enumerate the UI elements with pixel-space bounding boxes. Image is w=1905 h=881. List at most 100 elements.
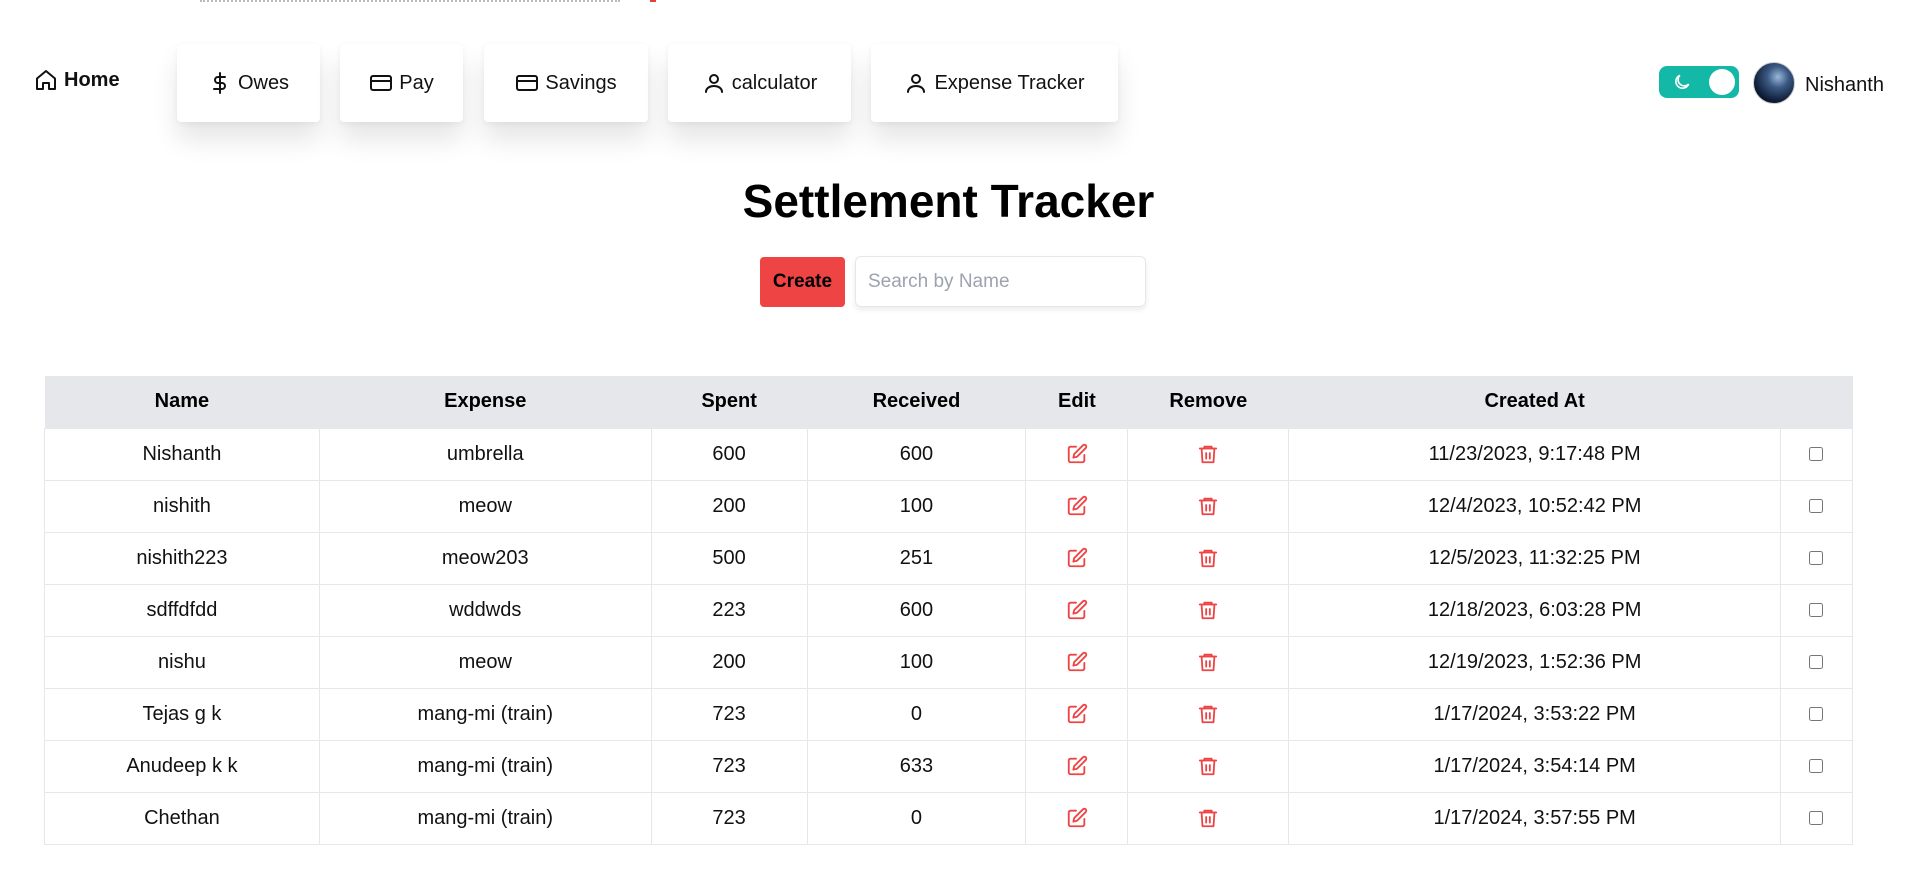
moon-icon — [1675, 74, 1690, 89]
row-select-checkbox[interactable] — [1809, 655, 1824, 670]
cell-expense: meow — [318, 635, 652, 689]
row-select-checkbox[interactable] — [1809, 551, 1824, 566]
cell-name: Anudeep k k — [44, 739, 320, 793]
row-select-checkbox[interactable] — [1809, 811, 1824, 826]
remove-button[interactable] — [1127, 739, 1290, 793]
home-icon — [36, 70, 56, 90]
edit-button[interactable] — [1025, 531, 1129, 585]
settlement-table-container: Name Expense Spent Received Edit Remove … — [44, 376, 1854, 845]
nav-item-pay[interactable]: Pay — [340, 44, 463, 122]
cell-received: 600 — [806, 583, 1027, 637]
edit-button[interactable] — [1025, 427, 1129, 481]
cell-received: 251 — [806, 531, 1027, 585]
nav-item-owes[interactable]: Owes — [177, 44, 320, 122]
row-select-checkbox[interactable] — [1809, 447, 1824, 462]
edit-icon — [1067, 704, 1088, 724]
row-select-checkbox[interactable] — [1809, 707, 1824, 722]
cell-received: 633 — [806, 739, 1027, 793]
edit-icon — [1067, 808, 1088, 828]
cell-expense: mang-mi (train) — [318, 687, 652, 741]
row-select-cell — [1779, 687, 1854, 741]
row-select-checkbox[interactable] — [1809, 499, 1824, 514]
cell-created-at: 1/17/2024, 3:54:14 PM — [1288, 739, 1781, 793]
cell-spent: 200 — [650, 479, 808, 533]
cell-received: 600 — [806, 427, 1027, 481]
cell-name: Chethan — [44, 791, 320, 845]
cell-created-at: 12/4/2023, 10:52:42 PM — [1288, 479, 1781, 533]
toggle-knob — [1709, 69, 1735, 95]
trash-icon — [1199, 653, 1218, 672]
column-header-received: Received — [872, 390, 961, 413]
cell-name: sdffdfdd — [44, 583, 320, 637]
search-input[interactable] — [855, 256, 1146, 307]
username: Nishanth — [1805, 74, 1884, 96]
cell-name: nishu — [44, 635, 320, 689]
user-icon — [907, 74, 926, 93]
column-header-edit: Edit — [1058, 390, 1096, 413]
cell-spent: 723 — [650, 687, 808, 741]
cell-name: nishith — [44, 479, 320, 533]
edit-icon — [1067, 652, 1088, 672]
theme-toggle[interactable] — [1659, 66, 1739, 98]
nav-item-label: Owes — [237, 71, 290, 94]
edit-button[interactable] — [1025, 583, 1129, 637]
column-header-select — [1780, 376, 1852, 428]
trash-icon — [1199, 809, 1218, 828]
edit-button[interactable] — [1025, 635, 1129, 689]
column-header-created-at: Created At — [1484, 390, 1585, 413]
table-body: Nishanth umbrella 600 600 11/23/2023, 9:17:4… — [44, 427, 1854, 845]
cell-expense: meow — [318, 479, 652, 533]
remove-button[interactable] — [1127, 531, 1290, 585]
table-row: nishith meow 200 100 12/4/2023, 10:52:42 PM — [44, 479, 1854, 533]
table-row: Tejas g k mang-mi (train) 723 0 1/17/2024, 3… — [44, 687, 1854, 741]
nav-home-label: Home — [64, 68, 120, 91]
edit-icon — [1067, 496, 1088, 516]
cell-created-at: 12/18/2023, 6:03:28 PM — [1288, 583, 1781, 637]
cell-expense: wddwds — [318, 583, 652, 637]
cell-created-at: 1/17/2024, 3:57:55 PM — [1288, 791, 1781, 845]
trash-icon — [1199, 445, 1218, 464]
trash-icon — [1199, 705, 1218, 724]
remove-button[interactable] — [1127, 635, 1290, 689]
cell-name: Tejas g k — [44, 687, 320, 741]
avatar[interactable] — [1753, 62, 1795, 104]
nav-item-expense-tracker[interactable]: Expense Tracker — [871, 44, 1118, 122]
remove-button[interactable] — [1127, 427, 1290, 481]
cell-spent: 200 — [650, 635, 808, 689]
trash-icon — [1199, 549, 1218, 568]
nav-item-calculator[interactable]: calculator — [668, 44, 851, 122]
cell-expense: mang-mi (train) — [318, 791, 652, 845]
credit-card-icon — [516, 75, 539, 91]
edit-button[interactable] — [1025, 479, 1129, 533]
row-select-checkbox[interactable] — [1809, 759, 1824, 774]
nav-item-savings[interactable]: Savings — [484, 44, 648, 122]
trash-icon — [1199, 497, 1218, 516]
remove-button[interactable] — [1127, 583, 1290, 637]
cell-name: nishith223 — [44, 531, 320, 585]
remove-button[interactable] — [1127, 687, 1290, 741]
cell-created-at: 1/17/2024, 3:53:22 PM — [1288, 687, 1781, 741]
cell-created-at: 12/5/2023, 11:32:25 PM — [1288, 531, 1781, 585]
column-header-name: Name — [154, 390, 210, 413]
edit-button[interactable] — [1025, 791, 1129, 845]
cell-expense: meow203 — [318, 531, 652, 585]
column-header-expense: Expense — [444, 390, 527, 413]
user-icon — [704, 74, 723, 93]
cell-spent: 223 — [650, 583, 808, 637]
trash-icon — [1199, 757, 1218, 776]
cell-received: 0 — [806, 687, 1027, 741]
edit-button[interactable] — [1025, 739, 1129, 793]
remove-button[interactable] — [1127, 479, 1290, 533]
table-row: Chethan mang-mi (train) 723 0 1/17/2024, 3:5… — [44, 791, 1854, 845]
trash-icon — [1199, 601, 1218, 620]
create-button[interactable]: Create — [760, 257, 845, 307]
nav-item-label: Pay — [399, 71, 434, 94]
remove-button[interactable] — [1127, 791, 1290, 845]
edit-button[interactable] — [1025, 687, 1129, 741]
dollar-icon — [212, 72, 226, 94]
nav-home-link[interactable]: Home — [34, 68, 120, 92]
cell-spent: 500 — [650, 531, 808, 585]
cell-expense: umbrella — [318, 427, 652, 481]
table-row: Anudeep k k mang-mi (train) 723 633 1/17/202… — [44, 739, 1854, 793]
row-select-checkbox[interactable] — [1809, 603, 1824, 618]
